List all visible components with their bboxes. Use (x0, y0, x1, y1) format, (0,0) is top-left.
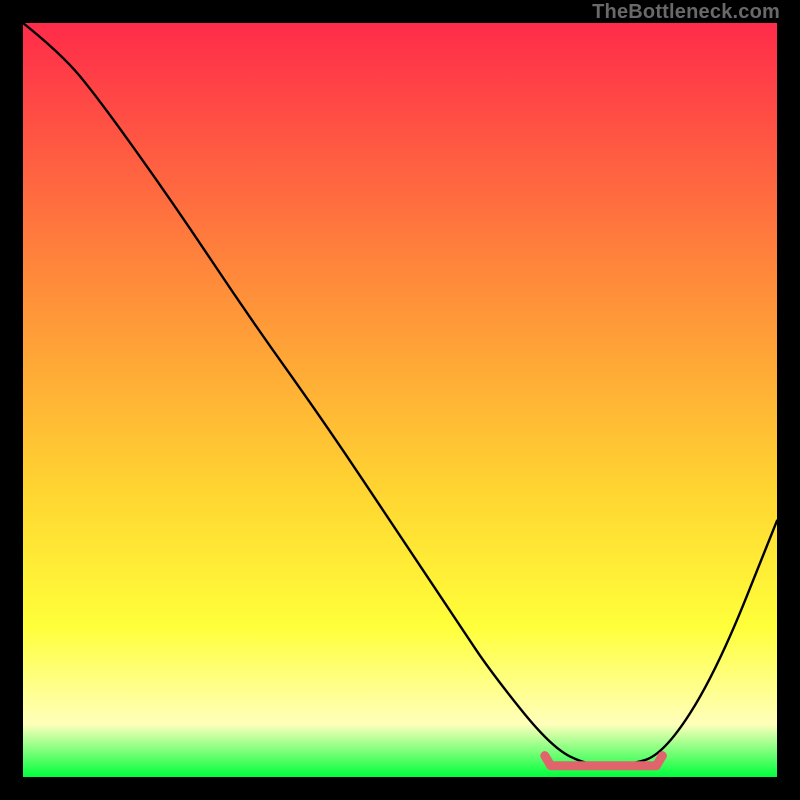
gradient-background (23, 23, 777, 777)
chart-frame (23, 23, 777, 777)
attribution-label: TheBottleneck.com (592, 1, 780, 24)
bottleneck-chart (23, 23, 777, 777)
